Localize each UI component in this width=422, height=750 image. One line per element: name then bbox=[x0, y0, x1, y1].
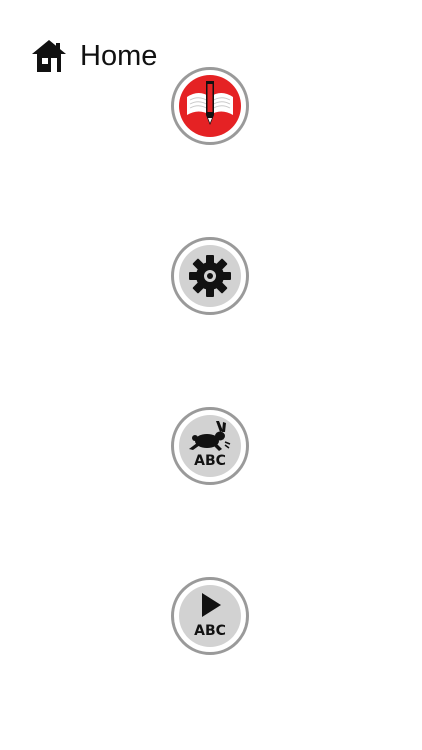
rabbit-abc-text: ABC bbox=[194, 453, 226, 469]
play-abc-button[interactable]: ABC bbox=[171, 577, 249, 655]
home-icon bbox=[32, 40, 66, 72]
play-abc-text: ABC bbox=[194, 623, 226, 639]
book-pencil-button[interactable] bbox=[171, 67, 249, 145]
rabbit-abc-button[interactable]: ABC bbox=[171, 407, 249, 485]
play-abc-badge: ABC bbox=[179, 585, 241, 647]
rabbit-abc-badge: ABC bbox=[179, 415, 241, 477]
settings-button[interactable] bbox=[171, 237, 249, 315]
home-title: Home bbox=[80, 39, 158, 72]
gear-icon bbox=[179, 245, 241, 307]
book-pencil-icon bbox=[179, 75, 241, 137]
home-header[interactable]: Home bbox=[30, 36, 157, 76]
